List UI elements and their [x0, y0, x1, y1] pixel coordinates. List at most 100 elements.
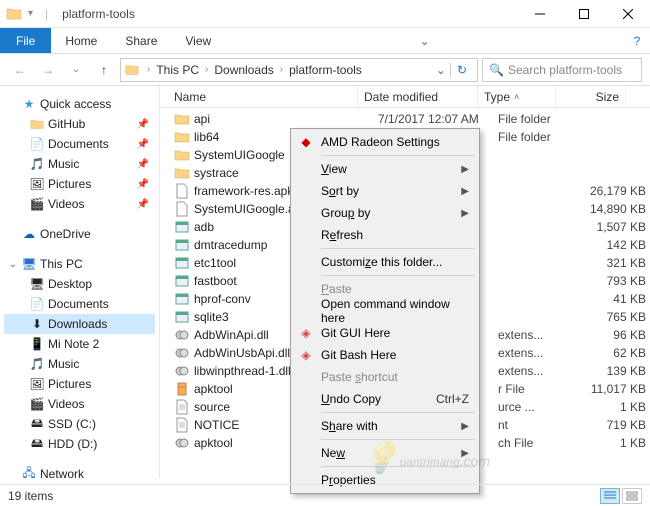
col-date[interactable]: Date modified — [358, 86, 478, 107]
file-size: 62 KB — [576, 346, 646, 360]
address-dropdown-icon[interactable]: ⌄ — [432, 63, 450, 77]
sidebar-item-desktop[interactable]: 🖥 Desktop — [4, 274, 155, 294]
sidebar-item-hdd-d-[interactable]: 🖴 HDD (D:) — [4, 434, 155, 454]
refresh-button[interactable]: ↻ — [450, 63, 473, 77]
column-headers[interactable]: Name Date modified Type˄ Size — [160, 86, 650, 108]
star-icon: ★ — [22, 97, 36, 111]
git-icon: ◈ — [297, 346, 315, 364]
jar-icon — [174, 381, 190, 397]
sidebar-item-label: Documents — [48, 297, 109, 311]
up-button[interactable]: ↑ — [92, 58, 116, 82]
file-type: ch File — [498, 436, 576, 450]
file-tab[interactable]: File — [0, 28, 51, 53]
ctx-new[interactable]: New▶ — [293, 442, 477, 464]
sidebar-item-label: Mi Note 2 — [48, 337, 99, 351]
search-placeholder: Search platform-tools — [508, 63, 622, 77]
nav-pane[interactable]: ★ Quick access GitHub 📌 📄 Documents 📌 🎵 … — [0, 86, 160, 478]
ctx-amd[interactable]: ◆ AMD Radeon Settings — [293, 131, 477, 153]
title-bar: ▾ | platform-tools — [0, 0, 650, 28]
exe-icon — [174, 255, 190, 271]
sidebar-item-downloads[interactable]: ⬇ Downloads — [4, 314, 155, 334]
ctx-paste-shortcut: Paste shortcut — [293, 366, 477, 388]
file-icon — [174, 183, 190, 199]
folder-icon — [125, 63, 139, 77]
share-tab[interactable]: Share — [111, 28, 171, 53]
ctx-group[interactable]: Group by▶ — [293, 202, 477, 224]
home-tab[interactable]: Home — [51, 28, 111, 53]
sidebar-item-mi-note-2[interactable]: 📱 Mi Note 2 — [4, 334, 155, 354]
back-button[interactable]: ← — [8, 58, 32, 82]
chevron-right-icon: ▶ — [461, 421, 469, 432]
col-type[interactable]: Type˄ — [478, 86, 556, 107]
file-type: urce ... — [498, 400, 576, 414]
file-size: 765 KB — [576, 310, 646, 324]
sort-asc-icon: ˄ — [514, 92, 519, 102]
ribbon-tabs: File Home Share View ⌄ ? — [0, 28, 650, 54]
ctx-customize[interactable]: Customize this folder... — [293, 251, 477, 273]
cloud-icon: ☁ — [22, 227, 36, 241]
exe-icon — [174, 219, 190, 235]
file-size: 11,017 KB — [576, 382, 646, 396]
file-size: 139 KB — [576, 364, 646, 378]
sidebar-this-pc[interactable]: ⌄🖥 This PC — [4, 254, 155, 274]
sidebar-item-ssd-c-[interactable]: 🖴 SSD (C:) — [4, 414, 155, 434]
ctx-share[interactable]: Share with▶ — [293, 415, 477, 437]
music-icon: 🎵 — [30, 357, 44, 371]
view-tab[interactable]: View — [171, 28, 225, 53]
recent-button[interactable]: ⌄ — [64, 58, 88, 82]
music-icon: 🎵 — [30, 157, 44, 171]
address-row: ← → ⌄ ↑ › This PC › Downloads › platform… — [0, 54, 650, 86]
sidebar-item-documents[interactable]: 📄 Documents 📌 — [4, 134, 155, 154]
folder-icon — [174, 111, 190, 127]
chevron-down-icon[interactable]: ⌄ — [8, 259, 18, 270]
file-type: extens... — [498, 328, 576, 342]
col-name[interactable]: Name — [168, 86, 358, 107]
ctx-sort[interactable]: Sort by▶ — [293, 180, 477, 202]
sidebar-item-label: Videos — [48, 197, 84, 211]
breadcrumb-downloads[interactable]: Downloads — [212, 63, 275, 77]
sidebar-item-label: HDD (D:) — [48, 437, 97, 451]
sidebar-item-pictures[interactable]: 🖼 Pictures — [4, 374, 155, 394]
sidebar-item-videos[interactable]: 🎬 Videos 📌 — [4, 194, 155, 214]
sidebar-item-music[interactable]: 🎵 Music 📌 — [4, 154, 155, 174]
sidebar-network[interactable]: 🖧 Network — [4, 464, 155, 478]
dll-icon — [174, 363, 190, 379]
ribbon-expand-icon[interactable]: ⌄ — [406, 28, 444, 53]
sidebar-item-label: Documents — [48, 137, 109, 151]
file-size: 793 KB — [576, 274, 646, 288]
ctx-open-cmd[interactable]: Open command window here — [293, 300, 477, 322]
sidebar-item-label: Music — [48, 157, 79, 171]
help-button[interactable]: ? — [624, 28, 650, 53]
breadcrumb[interactable]: › This PC › Downloads › platform-tools ⌄… — [120, 58, 478, 82]
pin-icon: 📌 — [137, 119, 155, 130]
sidebar-item-videos[interactable]: 🎬 Videos — [4, 394, 155, 414]
ctx-undo[interactable]: Undo CopyCtrl+Z — [293, 388, 477, 410]
sidebar-onedrive[interactable]: ☁ OneDrive — [4, 224, 155, 244]
network-icon: 🖧 — [22, 467, 36, 478]
sidebar-item-music[interactable]: 🎵 Music — [4, 354, 155, 374]
search-icon: 🔍 — [489, 63, 504, 77]
sidebar-item-label: Pictures — [48, 177, 91, 191]
vid-icon: 🎬 — [30, 197, 44, 211]
ctx-git-bash[interactable]: ◈ Git Bash Here — [293, 344, 477, 366]
drv-icon: 🖴 — [30, 437, 44, 451]
maximize-button[interactable] — [562, 0, 606, 28]
minimize-button[interactable] — [518, 0, 562, 28]
breadcrumb-current[interactable]: platform-tools — [287, 63, 364, 77]
ctx-git-gui[interactable]: ◈ Git GUI Here — [293, 322, 477, 344]
qat-chevron-icon[interactable]: ▾ — [28, 8, 33, 19]
view-large-button[interactable] — [622, 488, 642, 504]
col-size[interactable]: Size — [556, 86, 626, 107]
ctx-view[interactable]: View▶ — [293, 158, 477, 180]
forward-button[interactable]: → — [36, 58, 60, 82]
search-input[interactable]: 🔍 Search platform-tools — [482, 58, 642, 82]
close-button[interactable] — [606, 0, 650, 28]
ctx-refresh[interactable]: Refresh — [293, 224, 477, 246]
sidebar-item-github[interactable]: GitHub 📌 — [4, 114, 155, 134]
sidebar-item-pictures[interactable]: 🖼 Pictures 📌 — [4, 174, 155, 194]
view-details-button[interactable] — [600, 488, 620, 504]
breadcrumb-root[interactable]: This PC — [154, 63, 201, 77]
sidebar-quick-access[interactable]: ★ Quick access — [4, 94, 155, 114]
sidebar-item-documents[interactable]: 📄 Documents — [4, 294, 155, 314]
file-row[interactable]: api 7/1/2017 12:07 AM File folder — [160, 110, 650, 128]
